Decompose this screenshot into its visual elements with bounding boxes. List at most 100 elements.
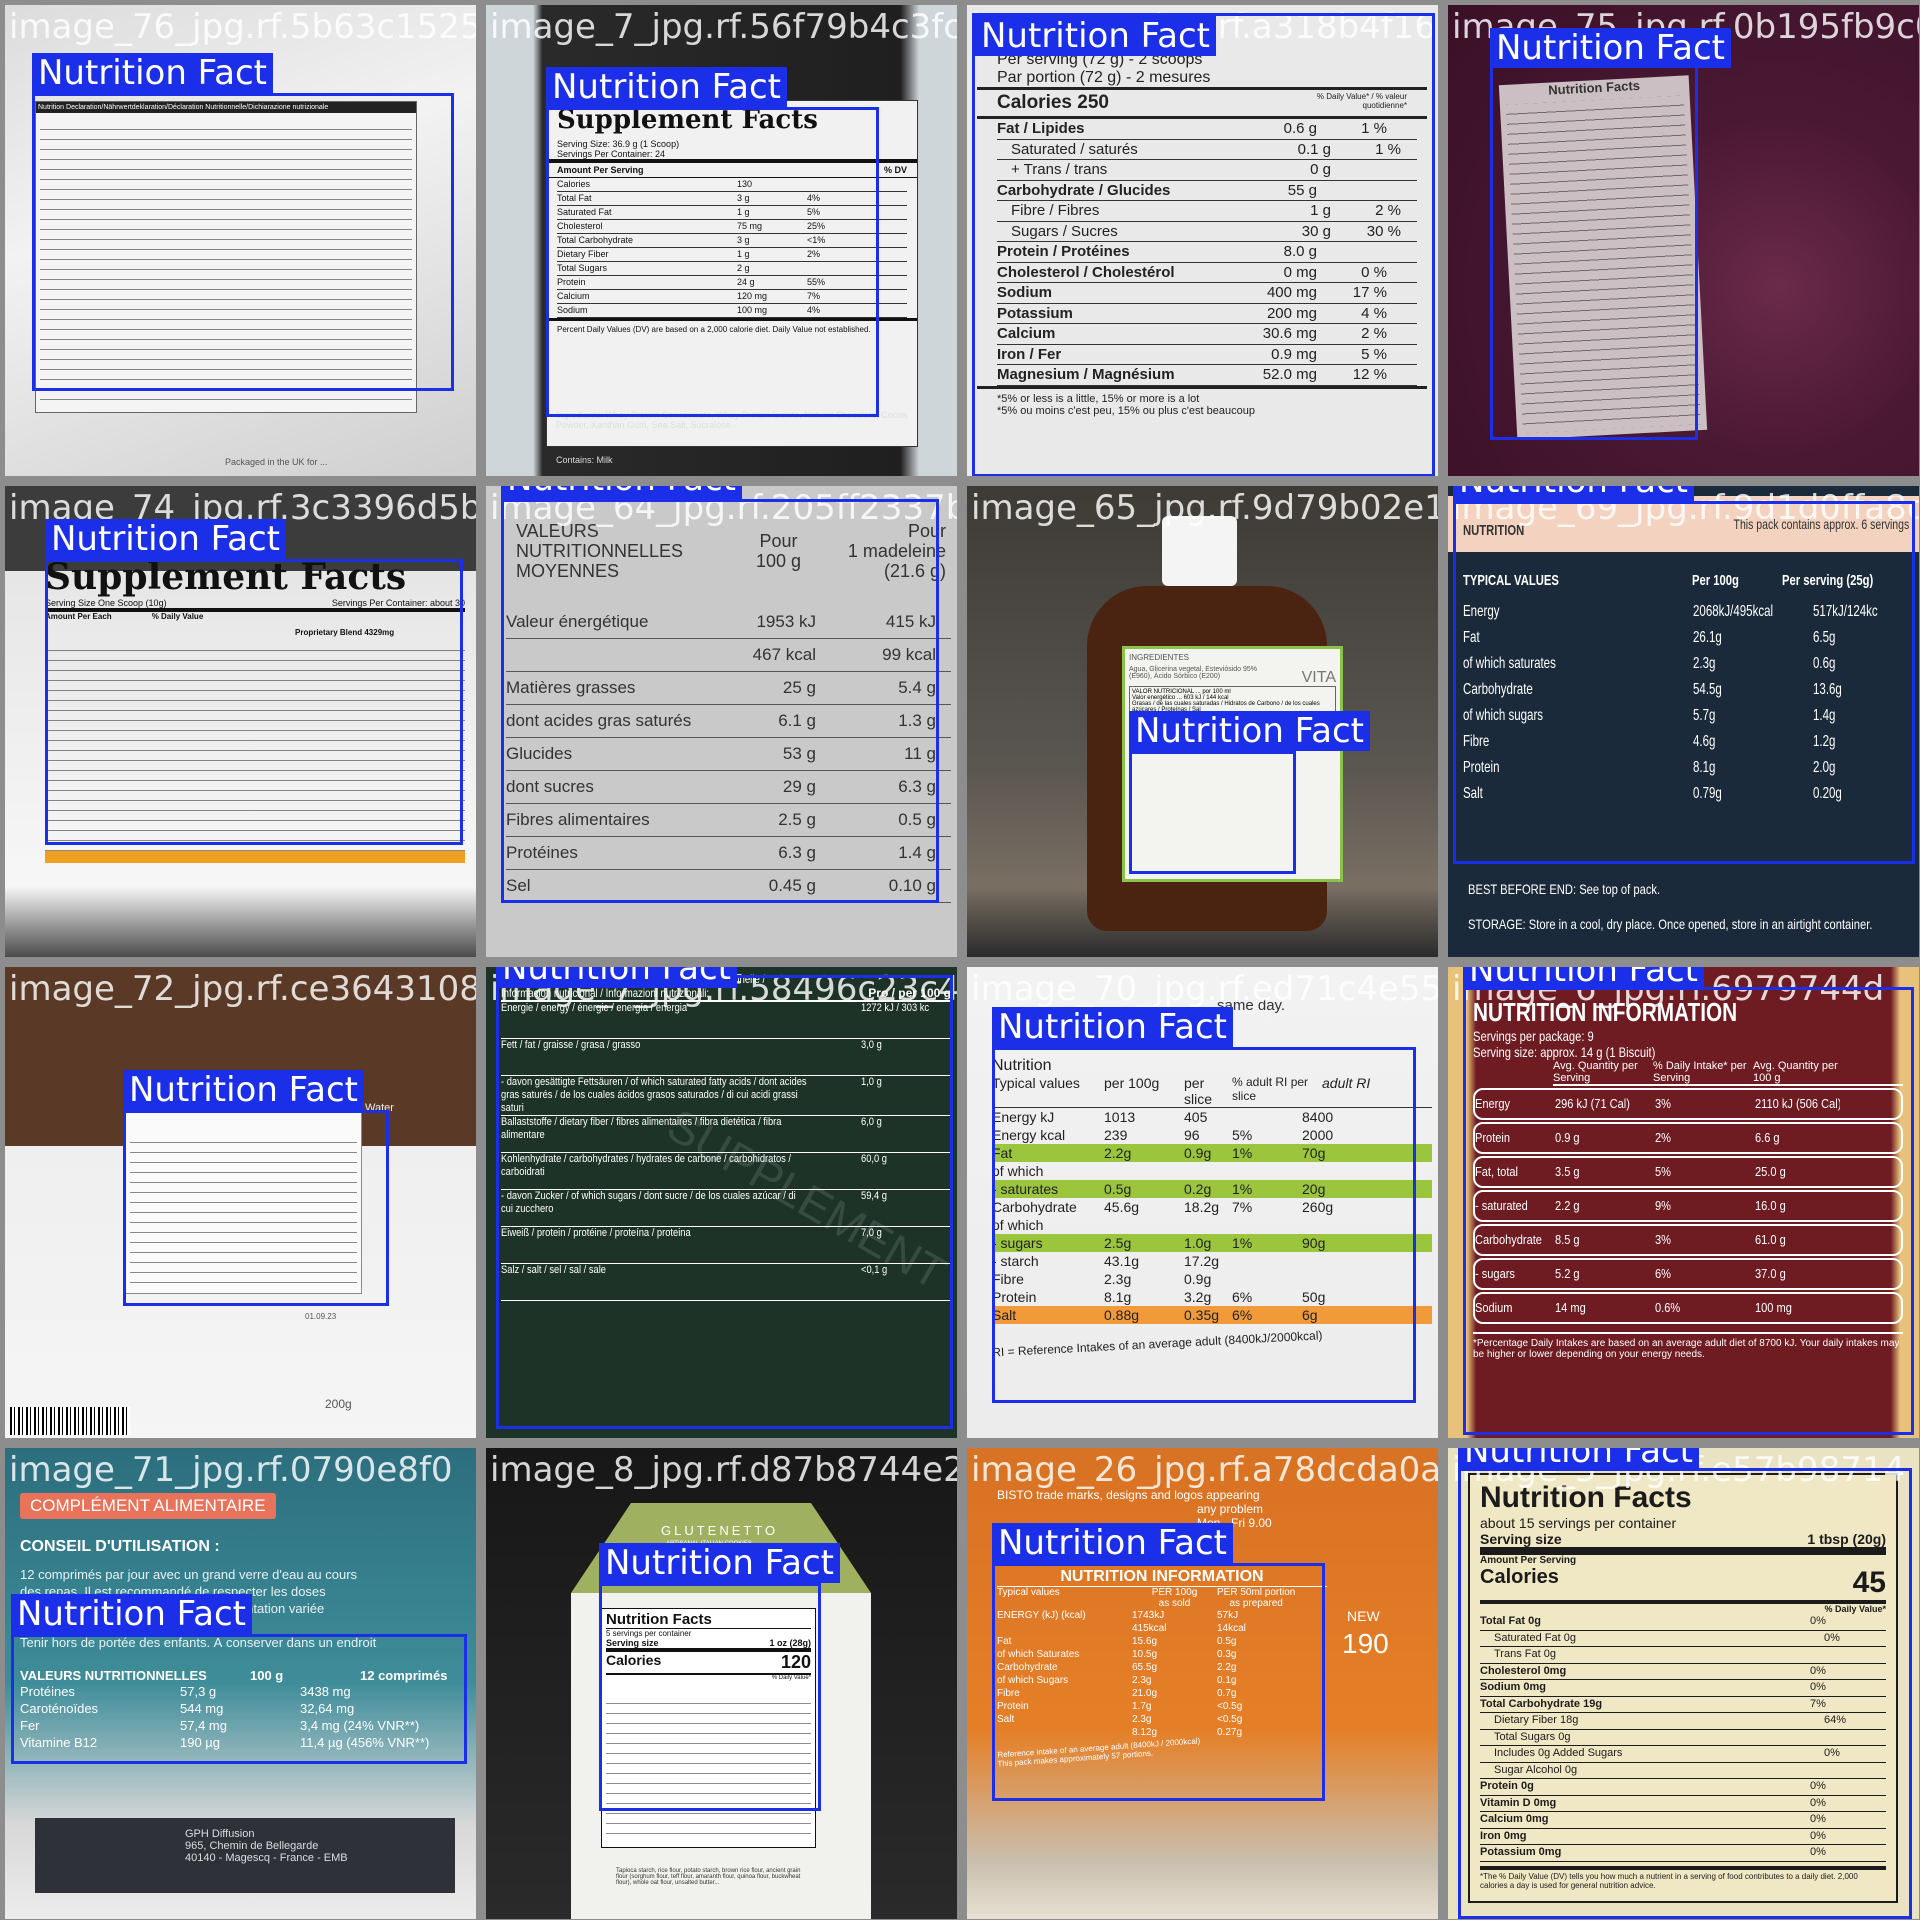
- nutrient-value: 0.5g: [1217, 1636, 1237, 1647]
- nutrient-name: Calories: [557, 179, 591, 189]
- nutrient-value: 3,0 g: [861, 1039, 882, 1051]
- nutrient-row: Energy kJ 1013 405 8400: [992, 1108, 1432, 1126]
- calories-value: 120: [780, 1652, 811, 1672]
- nutrient-value: 2%: [807, 249, 821, 259]
- nutrient-name: Sugars / Sucres: [1011, 222, 1118, 240]
- nutrient-value: 400 mg: [1266, 284, 1317, 301]
- nutrient-value: 26.1g: [1693, 629, 1722, 646]
- label-panel: VALEURS NUTRITIONNELLES 100 g 12 comprim…: [20, 1668, 460, 1778]
- nutrient-name: Carbohydrate / Glucides: [997, 181, 1171, 199]
- nutrient-name: Energie / energy / énergie / energía / e…: [501, 1002, 688, 1014]
- brand: GLUTENETTO: [661, 1523, 779, 1538]
- col2-header: 12 comprimés: [360, 1668, 448, 1683]
- nutrient-name: Sugar Alcohol 0g: [1494, 1763, 1578, 1776]
- nutrient-value: 14kcal: [1217, 1623, 1246, 1634]
- nutrient-value: 2.2g: [1217, 1662, 1237, 1673]
- tile-16: Nutrition Facts about 15 servings per co…: [1448, 1448, 1919, 1919]
- nutrient-row: Iron / Fer 0.9 mg 5 %: [997, 345, 1417, 365]
- barcode: [10, 1407, 130, 1435]
- nutrient-value: 2110 kJ (506 Cal): [1755, 1096, 1840, 1111]
- label-ingredients: Ingredients: Whey Protein Concentrate, W…: [556, 410, 908, 430]
- nutrient-value: 30 %: [1366, 222, 1401, 240]
- nutrient-row: Glucides 53 g 11 g: [506, 738, 951, 771]
- nutrient-name: Calcium 0mg: [1480, 1813, 1549, 1825]
- nutrient-row: Protein 1.7g <0.5g: [997, 1700, 1327, 1713]
- nutrient-name: Fibres alimentaires: [506, 810, 650, 829]
- nutrient-value: 90g: [1302, 1235, 1326, 1251]
- company-address: 965, Chemin de Bellegarde: [185, 1840, 319, 1852]
- nutrient-value: 4.6g: [1693, 733, 1716, 750]
- col1-header: 100 g: [250, 1668, 284, 1683]
- nutrient-name: of which Saturates: [997, 1649, 1080, 1660]
- nutrient-value: 0%: [1824, 1747, 1840, 1759]
- date: 01.09.23: [305, 1312, 337, 1321]
- label-heading: Supplement Facts: [557, 105, 818, 135]
- nutrient-table: Calories 130 Total Fat 3 g 4% Saturated Fat 1 …: [547, 178, 917, 318]
- nutrient-name: Protéines: [506, 843, 578, 862]
- calories-label: Calories: [1480, 1566, 1559, 1588]
- nutrient-value: 57,3 g: [180, 1684, 217, 1699]
- label-serving-fr: Par portion (72 g) - 2 mesures: [997, 69, 1211, 86]
- nutrient-name: Sel: [506, 876, 531, 895]
- typical-header: Typical values: [997, 1587, 1060, 1598]
- nutrient-row: Sodium 400 mg 17 %: [997, 283, 1417, 304]
- nutrient-name: Energy: [1475, 1096, 1511, 1111]
- nutrient-value: 0.88g: [1104, 1307, 1140, 1323]
- nutrient-value: 1 g: [737, 249, 750, 259]
- nutrient-row: Potassium 200 mg 4 %: [997, 304, 1417, 324]
- nutrient-value: 1953 kJ: [756, 612, 816, 631]
- nutrient-value: 296 kJ (71 Cal): [1555, 1096, 1630, 1111]
- label-panel: Nutrition Facts: [1498, 75, 1708, 440]
- tile-7: INGREDIENTES Agua, Glicerina vegetal, Es…: [967, 486, 1438, 957]
- nutrient-name: - starch: [992, 1253, 1039, 1269]
- nutrient-value: 64%: [1824, 1714, 1847, 1726]
- nutrient-value: 1743kJ: [1132, 1610, 1165, 1621]
- nutrient-name: Sodium 0mg: [1480, 1681, 1547, 1693]
- nutrient-row: Dietary Fiber 1 g 2%: [557, 248, 907, 262]
- side-text: 190: [1342, 1628, 1389, 1659]
- nutrient-row: Trans Fat 0g: [1480, 1647, 1886, 1664]
- adult-header: adult RI: [1322, 1075, 1371, 1091]
- nutrient-name: dont acides gras saturés: [506, 711, 692, 730]
- nutrient-value: 8.1g: [1693, 759, 1716, 776]
- nutrient-value: 2 %: [1375, 202, 1401, 219]
- nutrient-value: 24 g: [737, 277, 755, 287]
- nutrient-row: Vitamine B12 190 µg 11,4 µg (456% VNR**): [20, 1734, 460, 1751]
- nutrient-name: Fat, total: [1475, 1164, 1518, 1179]
- nutrient-value: 0 g: [1310, 161, 1331, 178]
- brand-sub: ARTISANAL ITALIAN COOKIES: [666, 1541, 752, 1547]
- side-text: Water: [365, 1102, 394, 1114]
- nutrient-table: Protéines 57,3 g 3438 mg Caroténoïdes 544 mg…: [20, 1683, 460, 1751]
- nutrient-name: Salz / salt / sel / sal / sale: [501, 1264, 606, 1276]
- nutrient-name: Protein / Protéines: [997, 243, 1130, 260]
- nutrient-value: 2068kJ/495kcal: [1693, 603, 1774, 620]
- nutrient-value: 37.0 g: [1755, 1266, 1786, 1281]
- nutrient-value: 8400: [1302, 1109, 1334, 1125]
- nutrient-value: 70g: [1302, 1145, 1326, 1161]
- nutrient-value: 0%: [1824, 1631, 1840, 1644]
- nutrient-value: 18.2g: [1184, 1199, 1220, 1215]
- nutrient-value: 7%: [807, 291, 821, 301]
- label-panel: NUTRITION This pack contains approx. 6 s…: [1448, 486, 1919, 957]
- serving-size-label: Serving size: [606, 1638, 659, 1648]
- nutrient-name: Sodium: [997, 284, 1052, 301]
- nutrient-row: Magnesium / Magnésium 52.0 mg 12 %: [997, 365, 1417, 386]
- label-heading: NUTRITION INFORMATION: [997, 1568, 1327, 1587]
- nutrient-row: Total Sugars 0g: [1480, 1730, 1886, 1746]
- nutrient-value: 260g: [1302, 1199, 1334, 1215]
- col1-header-b: as sold: [1158, 1598, 1191, 1609]
- nutrient-value: 55 g: [1287, 181, 1317, 199]
- nutrient-value: 1.2g: [1813, 733, 1836, 750]
- nutrient-value: 3%: [1655, 1096, 1671, 1111]
- nutrient-name: of which saturates: [1463, 655, 1556, 672]
- ingredients: Agua, Glicerina vegetal, Esteviósido 95%…: [1129, 666, 1258, 680]
- nutrient-row: Total Fat 3 g 4%: [557, 192, 907, 206]
- nutrient-value: 52.0 mg: [1262, 366, 1317, 383]
- usage-heading: CONSEIL D'UTILISATION :: [20, 1538, 220, 1555]
- usage-line: conseillées, de veiller à avoir une alim…: [20, 1601, 325, 1616]
- nutrient-value: 29 g: [782, 777, 816, 796]
- nutrient-row: Energy kcal 239 96 5% 2000: [992, 1126, 1432, 1144]
- nutrient-name: of which Sugars: [997, 1675, 1069, 1686]
- nutrient-table: Total Fat 0g 0% Saturated Fat 0g 0% Trans Fa…: [1480, 1614, 1886, 1862]
- nutrient-value: 0.3g: [1217, 1649, 1237, 1660]
